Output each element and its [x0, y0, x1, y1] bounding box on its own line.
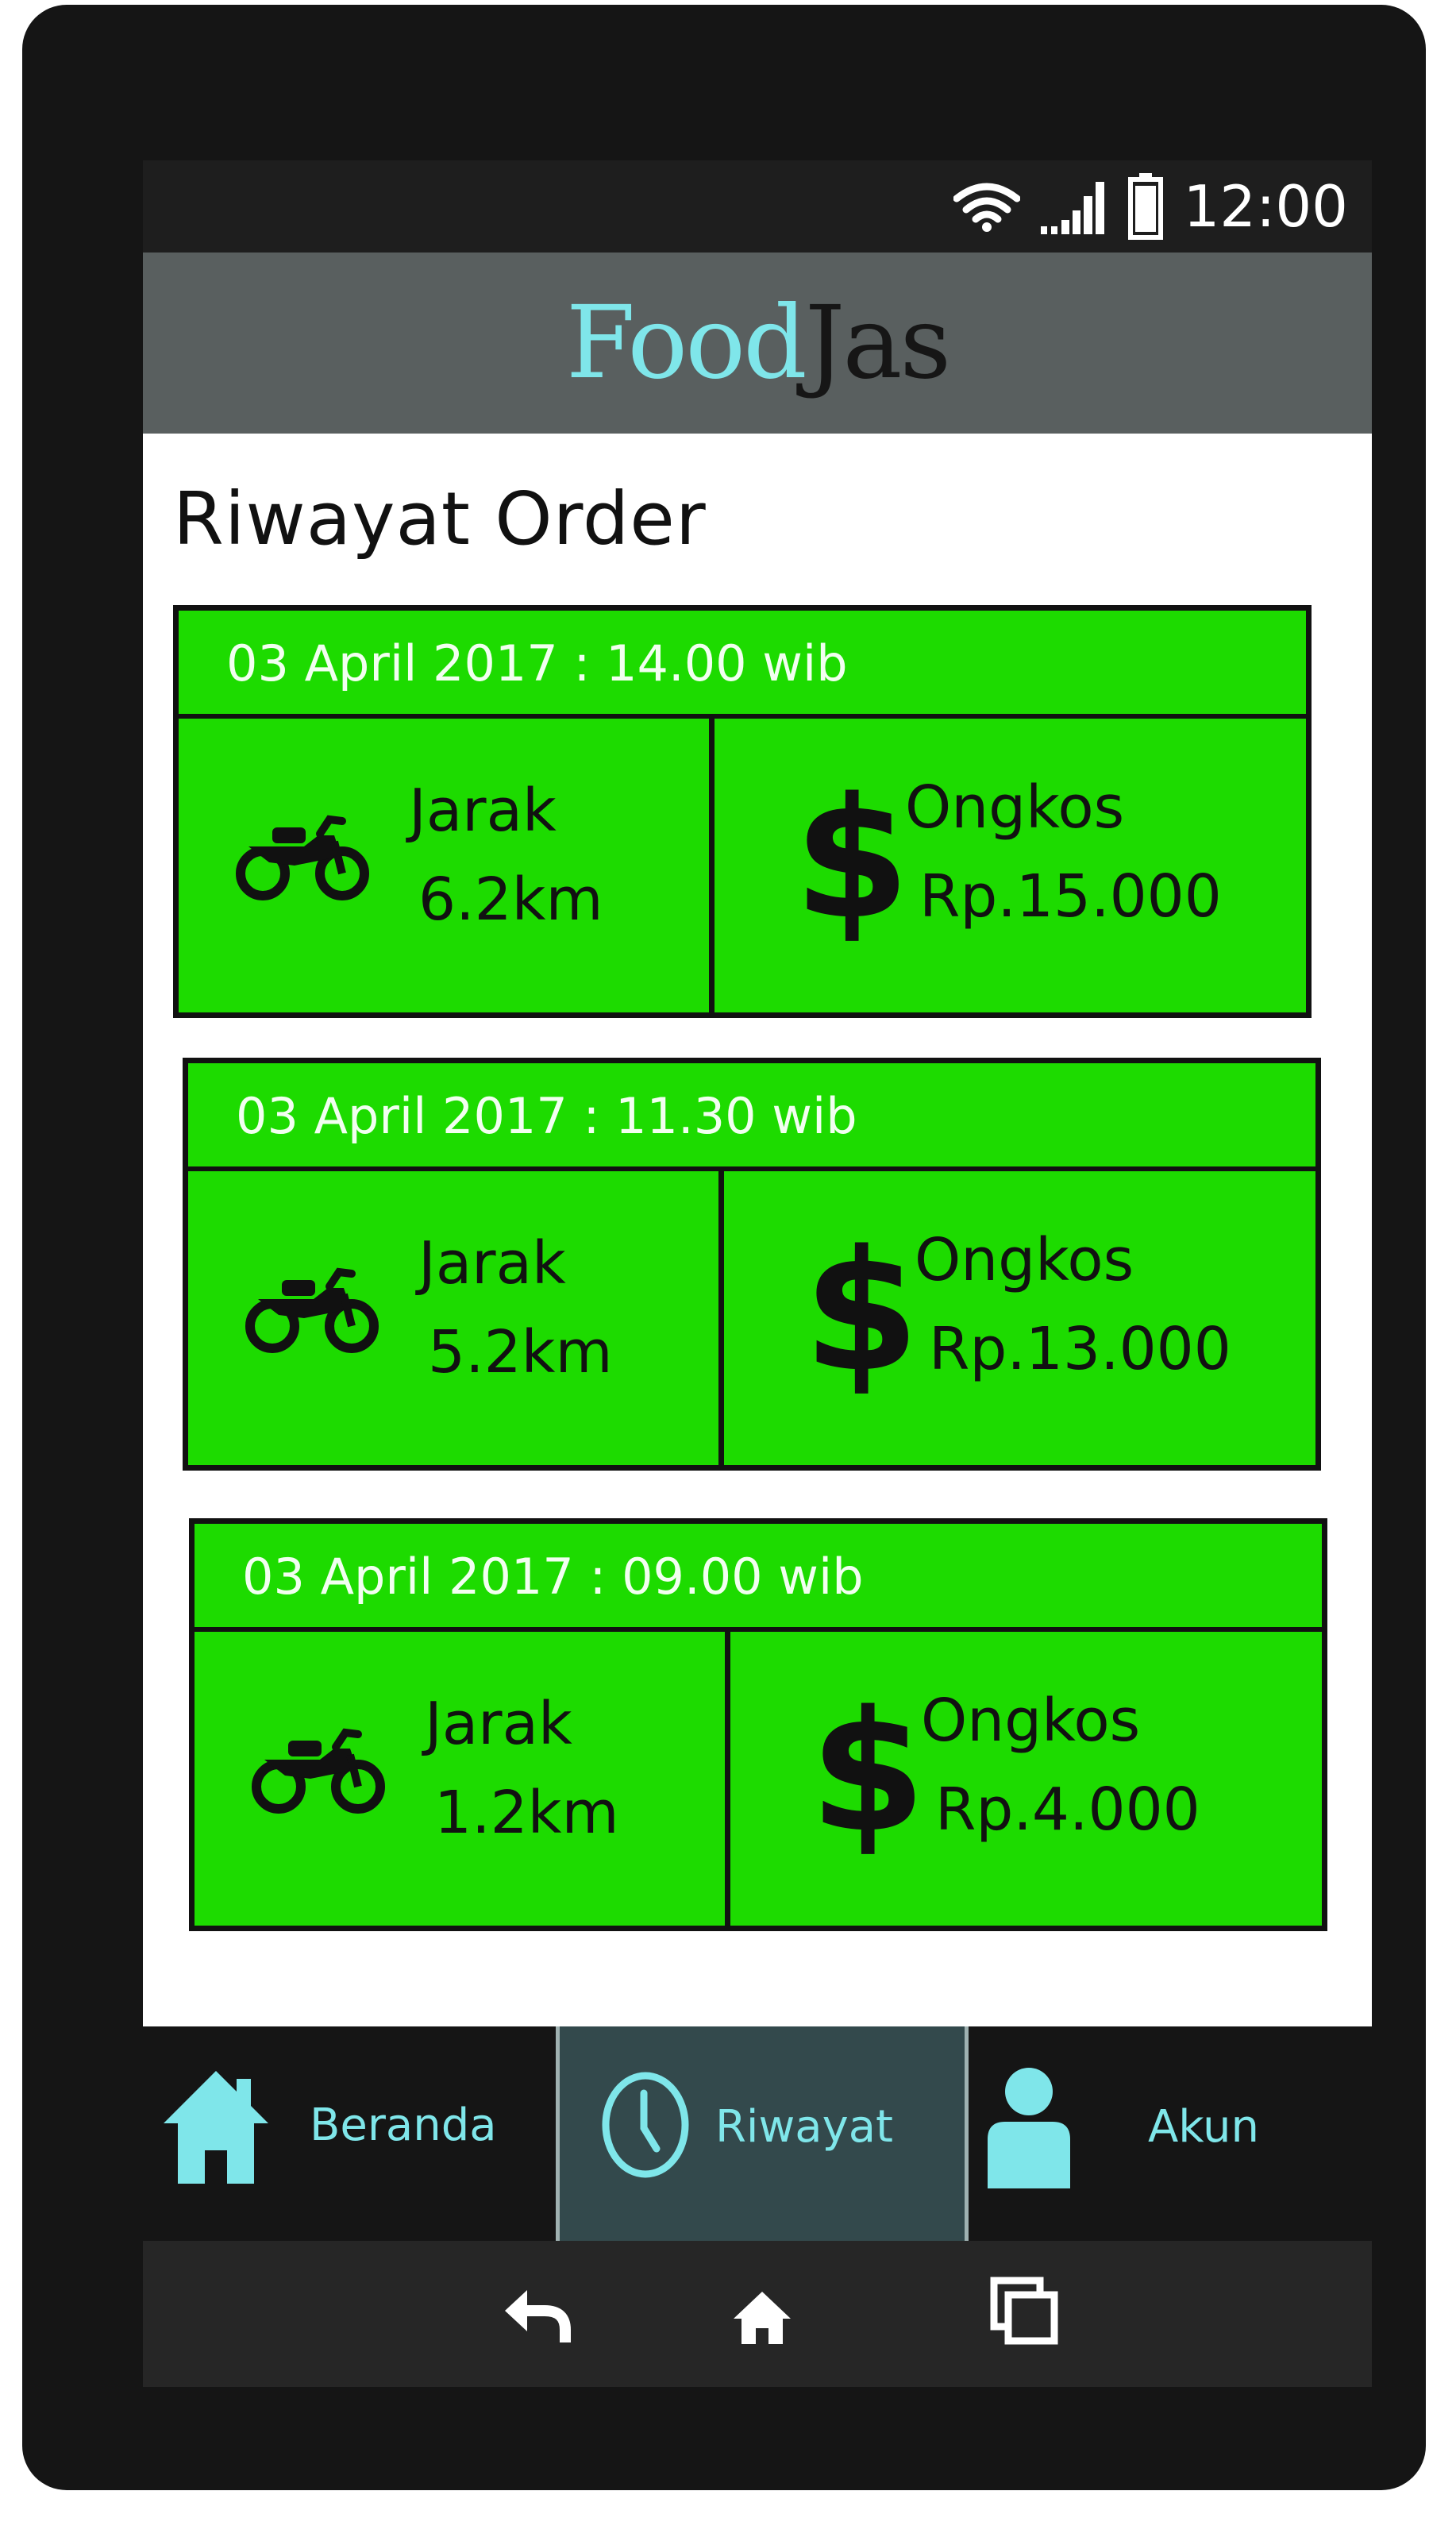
fee-label: Ongkos: [915, 1226, 1134, 1294]
phone-frame: 12:00 FoodJas Riwayat Order 03 April 201…: [22, 5, 1426, 2490]
recent-apps-icon[interactable]: [989, 2276, 1061, 2347]
card-divider: [709, 719, 715, 1012]
order-fee-cell: $ Ongkos Rp.13.000: [724, 1171, 1315, 1465]
dollar-icon: $: [803, 1214, 920, 1409]
bottom-nav: Beranda Riwayat Akun: [143, 2026, 1372, 2241]
nav-item-beranda[interactable]: Beranda: [143, 2026, 556, 2241]
wifi-icon: [953, 183, 1020, 232]
user-icon: [988, 2068, 1070, 2188]
screen: 12:00 FoodJas Riwayat Order 03 April 201…: [143, 160, 1372, 2387]
signal-icon: [1040, 182, 1104, 234]
motorcycle-icon: [252, 1728, 385, 1814]
nav-label-beranda: Beranda: [310, 2100, 497, 2151]
card-divider: [725, 1632, 730, 1926]
order-datetime: 03 April 2017 : 14.00 wib: [226, 634, 848, 692]
motorcycle-icon: [245, 1267, 379, 1353]
fee-block: Ongkos Rp.15.000: [905, 763, 1222, 941]
system-nav-bar: [143, 2241, 1372, 2387]
order-card-header: 03 April 2017 : 09.00 wib: [195, 1524, 1322, 1632]
order-card[interactable]: 03 April 2017 : 11.30 wib Jarak 5.2km $ …: [183, 1058, 1321, 1471]
motorcycle-icon: [236, 815, 369, 900]
clock-icon: [602, 2072, 689, 2178]
home-icon[interactable]: [730, 2288, 794, 2346]
app-logo: FoodJas: [566, 293, 951, 393]
back-icon[interactable]: [499, 2282, 575, 2346]
fee-block: Ongkos Rp.4.000: [921, 1676, 1200, 1854]
order-fee-cell: $ Ongkos Rp.15.000: [715, 719, 1306, 1012]
fee-label: Ongkos: [921, 1687, 1141, 1755]
order-datetime: 03 April 2017 : 11.30 wib: [236, 1087, 857, 1145]
order-card[interactable]: 03 April 2017 : 09.00 wib Jarak 1.2km $ …: [189, 1518, 1327, 1931]
nav-item-riwayat[interactable]: Riwayat: [556, 2026, 969, 2241]
dollar-icon: $: [794, 762, 911, 956]
page-title: Riwayat Order: [173, 476, 707, 561]
fee-value: Rp.4.000: [935, 1776, 1200, 1844]
distance-value: 5.2km: [428, 1318, 613, 1386]
app-bar: FoodJas: [143, 253, 1372, 434]
distance-value: 6.2km: [418, 866, 603, 934]
distance-block: Jarak 1.2km: [425, 1679, 619, 1857]
order-card-header: 03 April 2017 : 11.30 wib: [188, 1063, 1315, 1171]
distance-label: Jarak: [418, 1229, 566, 1297]
distance-value: 1.2km: [434, 1779, 619, 1847]
order-distance-cell: Jarak 1.2km: [195, 1632, 725, 1926]
nav-label-akun: Akun: [1148, 2101, 1259, 2153]
distance-label: Jarak: [425, 1690, 572, 1758]
fee-block: Ongkos Rp.13.000: [915, 1216, 1231, 1394]
order-datetime: 03 April 2017 : 09.00 wib: [242, 1548, 864, 1606]
nav-item-akun[interactable]: Akun: [969, 2026, 1372, 2241]
dollar-icon: $: [810, 1675, 926, 1869]
logo-text-food: Food: [565, 284, 807, 401]
order-fee-cell: $ Ongkos Rp.4.000: [730, 1632, 1322, 1926]
fee-label: Ongkos: [905, 773, 1125, 842]
card-divider: [718, 1171, 724, 1465]
status-icons: 12:00: [953, 168, 1349, 245]
home-icon: [164, 2071, 268, 2184]
status-bar: 12:00: [143, 160, 1372, 253]
order-card-header: 03 April 2017 : 14.00 wib: [179, 611, 1306, 719]
fee-value: Rp.15.000: [919, 862, 1222, 931]
order-distance-cell: Jarak 5.2km: [188, 1171, 718, 1465]
fee-value: Rp.13.000: [929, 1315, 1231, 1383]
order-distance-cell: Jarak 6.2km: [179, 719, 709, 1012]
nav-label-riwayat: Riwayat: [715, 2101, 893, 2153]
distance-block: Jarak 5.2km: [418, 1219, 613, 1397]
status-time: 12:00: [1183, 173, 1349, 240]
order-card[interactable]: 03 April 2017 : 14.00 wib Jarak 6.2km $ …: [173, 605, 1312, 1018]
logo-text-jas: Jas: [804, 284, 951, 401]
battery-icon: [1127, 173, 1163, 240]
distance-block: Jarak 6.2km: [409, 766, 603, 944]
distance-label: Jarak: [409, 777, 557, 845]
